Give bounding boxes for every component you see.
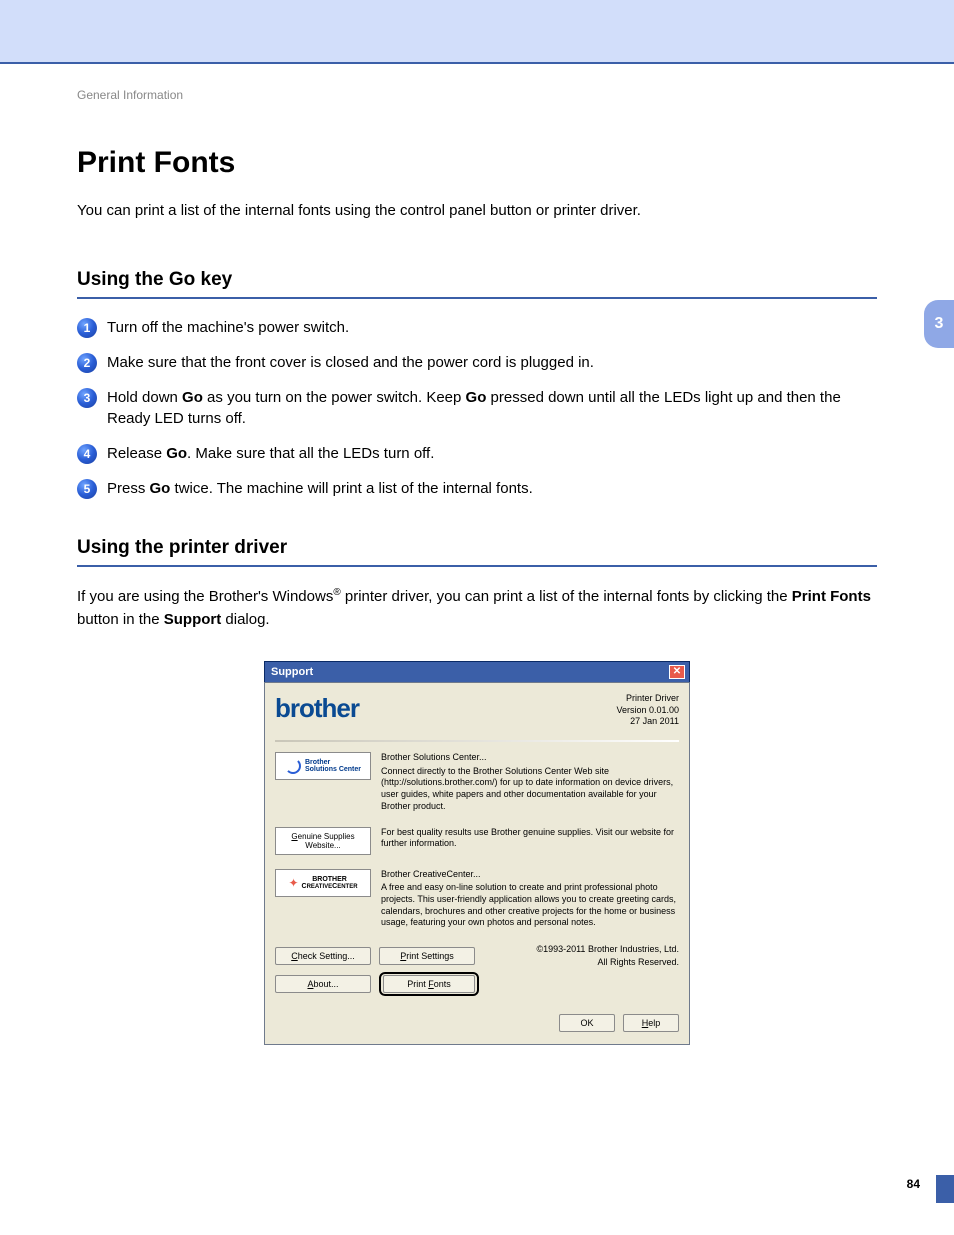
step-badge-2: 2: [77, 353, 97, 373]
dialog-footer: OK Help: [275, 1014, 679, 1032]
step-badge-3: 3: [77, 388, 97, 408]
supplies-row: Genuine Supplies Website... For best qua…: [275, 827, 679, 855]
supplies-desc: For best quality results use Brother gen…: [381, 827, 679, 855]
ok-button[interactable]: OK: [559, 1014, 615, 1032]
page-header-bar: [0, 0, 954, 63]
step-text-3: Hold down Go as you turn on the power sw…: [107, 387, 877, 429]
copyright-text: ©1993-2011 Brother Industries, Ltd. All …: [536, 943, 679, 968]
printer-driver-para: If you are using the Brother's Windows® …: [77, 585, 877, 631]
creative-center-icon: ✦: [288, 876, 298, 890]
info-line1: Printer Driver: [616, 693, 679, 705]
section-heading-printer-driver: Using the printer driver: [77, 537, 877, 567]
chapter-tab: 3: [924, 300, 954, 348]
page-title: Print Fonts: [77, 146, 877, 180]
registered-mark: ®: [333, 587, 340, 598]
creative-center-row: ✦ BROTHER CREATIVECENTER Brother Creativ…: [275, 869, 679, 929]
creative-center-desc: Brother CreativeCenter... A free and eas…: [381, 869, 679, 929]
solutions-center-desc: Brother Solutions Center... Connect dire…: [381, 752, 679, 812]
breadcrumb: General Information: [77, 88, 877, 102]
brother-logo: brother: [275, 693, 359, 724]
para-pre: If you are using the Brother's Windows: [77, 588, 333, 605]
step-1: 1 Turn off the machine's power switch.: [77, 317, 877, 338]
step-2: 2 Make sure that the front cover is clos…: [77, 352, 877, 373]
close-icon[interactable]: ✕: [669, 665, 685, 679]
para-mid: button in the: [77, 611, 164, 628]
step-5: 5 Press Go twice. The machine will print…: [77, 478, 877, 499]
support-dialog: Support ✕ brother Printer Driver Version…: [264, 661, 690, 1045]
creative-text: A free and easy on-line solution to crea…: [381, 882, 679, 929]
intro-text: You can print a list of the internal fon…: [77, 200, 877, 221]
solutions-title: Brother Solutions Center...: [381, 752, 679, 764]
dialog-header-info: Printer Driver Version 0.01.00 27 Jan 20…: [616, 693, 679, 728]
print-fonts-highlight: Print Fonts: [379, 972, 479, 996]
step-text-1: Turn off the machine's power switch.: [107, 317, 349, 338]
dialog-header: brother Printer Driver Version 0.01.00 2…: [275, 693, 679, 728]
page-number: 84: [907, 1177, 920, 1191]
dialog-separator: [275, 740, 679, 742]
genuine-supplies-button[interactable]: Genuine Supplies Website...: [275, 827, 371, 855]
solutions-center-row: Brother Solutions Center Brother Solutio…: [275, 752, 679, 812]
check-setting-button[interactable]: Check Setting...: [275, 947, 371, 965]
para-end: dialog.: [221, 611, 269, 628]
dialog-action-row-1: Check Setting... Print Settings ©1993-20…: [275, 943, 679, 968]
solutions-text: Connect directly to the Brother Solution…: [381, 766, 679, 813]
dialog-body: brother Printer Driver Version 0.01.00 2…: [264, 682, 690, 1045]
info-line2: Version 0.01.00: [616, 705, 679, 717]
step-4: 4 Release Go. Make sure that all the LED…: [77, 443, 877, 464]
para-bold2: Support: [164, 611, 222, 628]
page-content: General Information Print Fonts You can …: [77, 88, 877, 1045]
step-badge-5: 5: [77, 479, 97, 499]
print-settings-button[interactable]: Print Settings: [379, 947, 475, 965]
page-header-rule: [0, 62, 954, 64]
dialog-titlebar: Support ✕: [264, 661, 690, 682]
solutions-center-icon: [285, 758, 301, 774]
creative-title: Brother CreativeCenter...: [381, 869, 679, 881]
solutions-center-button[interactable]: Brother Solutions Center: [275, 752, 371, 780]
step-badge-1: 1: [77, 318, 97, 338]
step-3: 3 Hold down Go as you turn on the power …: [77, 387, 877, 429]
para-bold1: Print Fonts: [792, 588, 871, 605]
dialog-title-text: Support: [271, 666, 313, 678]
step-text-4: Release Go. Make sure that all the LEDs …: [107, 443, 434, 464]
step-badge-4: 4: [77, 444, 97, 464]
about-button[interactable]: About...: [275, 975, 371, 993]
para-post: printer driver, you can print a list of …: [341, 588, 792, 605]
info-line3: 27 Jan 2011: [616, 716, 679, 728]
page-corner-strip: [936, 1175, 954, 1203]
step-text-2: Make sure that the front cover is closed…: [107, 352, 594, 373]
help-button[interactable]: Help: [623, 1014, 679, 1032]
section-heading-go-key: Using the Go key: [77, 269, 877, 299]
step-text-5: Press Go twice. The machine will print a…: [107, 478, 533, 499]
creative-center-button[interactable]: ✦ BROTHER CREATIVECENTER: [275, 869, 371, 897]
steps-list: 1 Turn off the machine's power switch. 2…: [77, 317, 877, 499]
print-fonts-button[interactable]: Print Fonts: [383, 975, 475, 993]
dialog-action-row-2: About... Print Fonts: [275, 972, 679, 996]
